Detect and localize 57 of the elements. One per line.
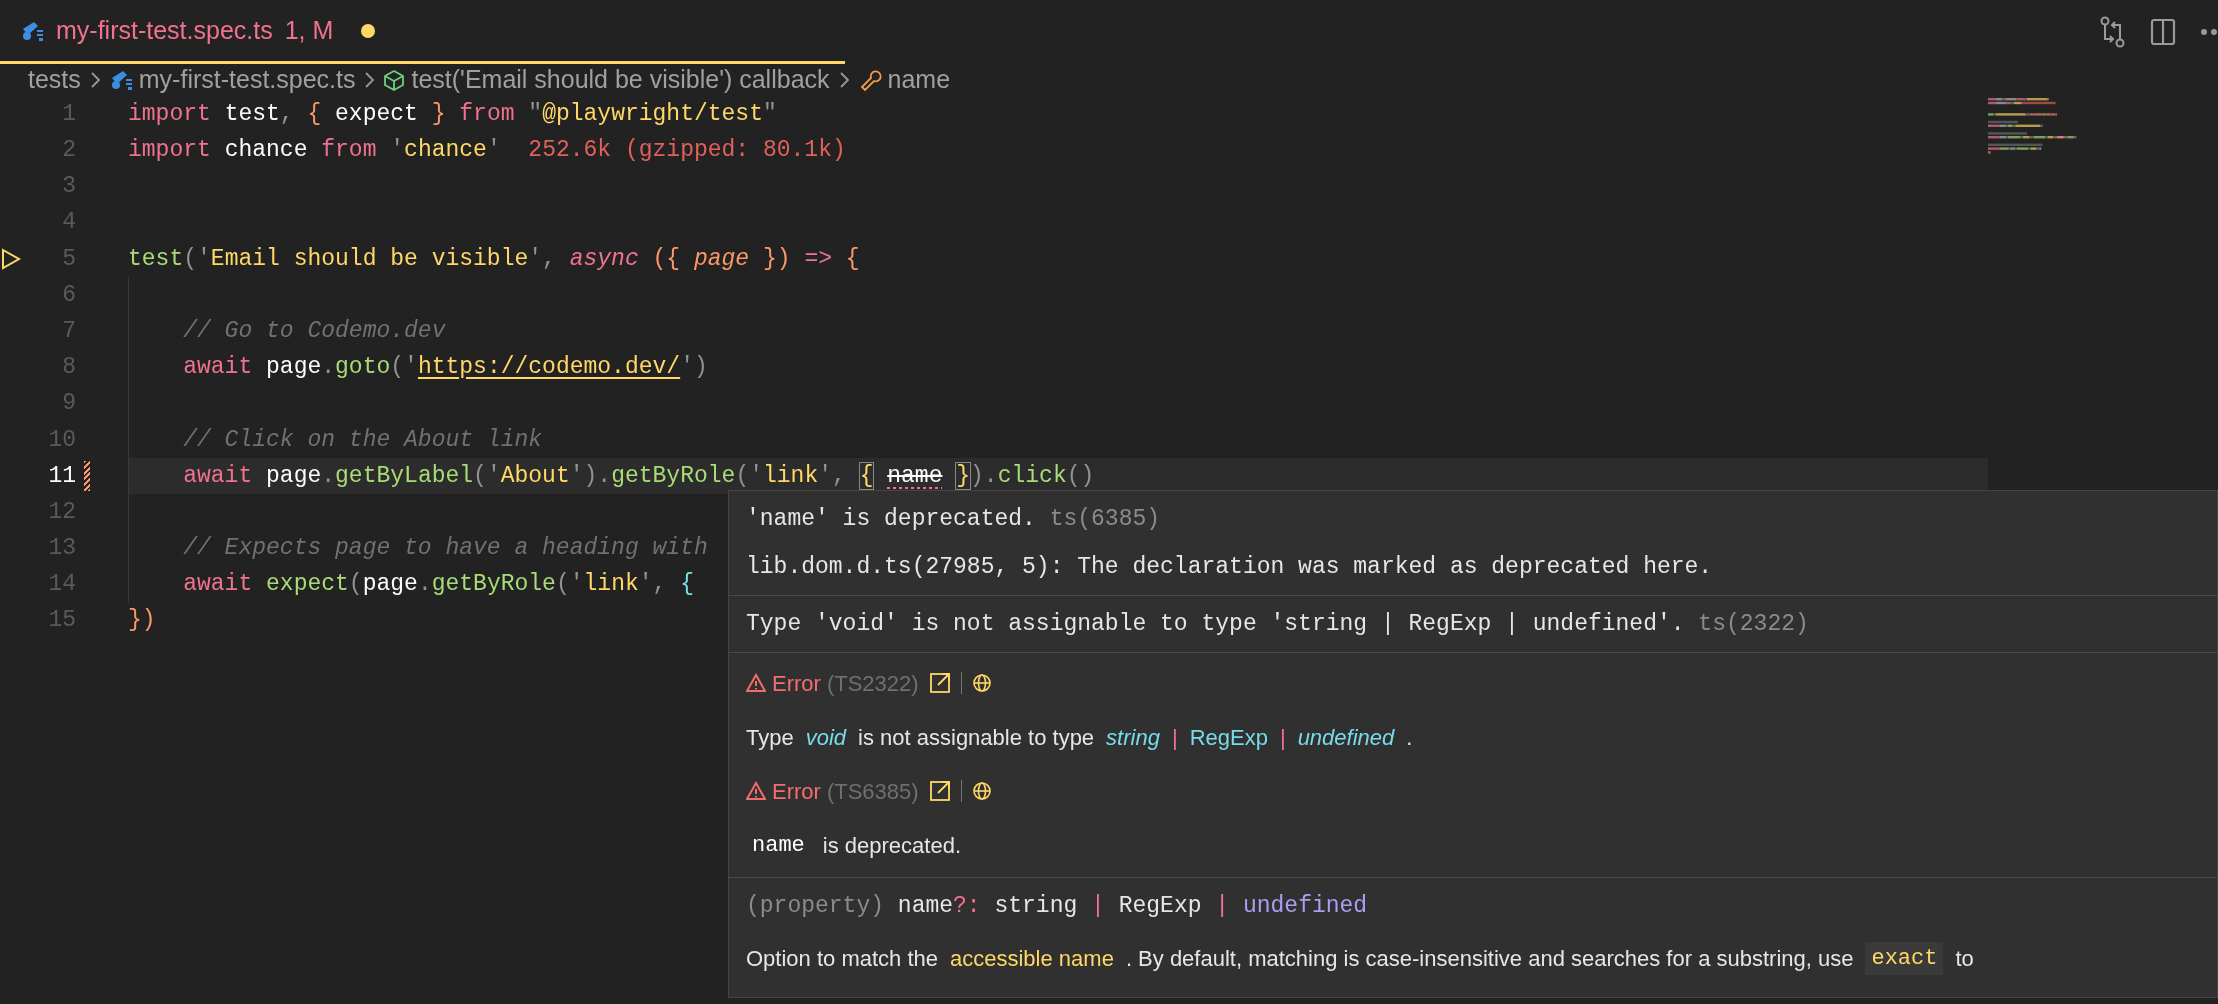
chevron-icon bbox=[837, 71, 850, 89]
line-number: 11 bbox=[47, 461, 76, 491]
chevron-icon bbox=[363, 71, 376, 89]
warning-icon bbox=[746, 673, 766, 693]
breadcrumb-item[interactable]: tests bbox=[28, 61, 81, 99]
line-number: 6 bbox=[61, 280, 76, 310]
line-number: 8 bbox=[61, 353, 76, 383]
hover-text: lib.dom.d.ts(27985, 5): The declaration was marked as deprecated here. bbox=[746, 552, 1714, 582]
globe-icon[interactable] bbox=[971, 781, 992, 801]
line-number: 15 bbox=[47, 606, 76, 636]
error-code: (TS2322) bbox=[826, 669, 919, 698]
hover-text: 'name' is deprecated. ts(6385) bbox=[746, 504, 1162, 534]
line-number: 7 bbox=[61, 316, 76, 346]
code-line: import test, { expect } from "@playwright/test" bbox=[128, 99, 777, 129]
hover-text: Type void is not assignable to type string | RegExp | undefined . bbox=[746, 723, 1414, 752]
tab-filename: my-first-test.spec.ts bbox=[56, 14, 273, 46]
code-line: }) bbox=[128, 606, 156, 636]
code-line: // Click on the About link bbox=[182, 425, 543, 455]
breadcrumb-item[interactable]: my-first-test.spec.ts bbox=[138, 61, 356, 99]
line-number: 2 bbox=[61, 136, 76, 166]
code-line: import chance from 'chance' 252.6k (gzipped: 80.1k) bbox=[128, 136, 846, 166]
breadcrumb-item[interactable]: test('Email should be visible') callback bbox=[411, 61, 830, 99]
globe-icon[interactable] bbox=[971, 673, 992, 693]
modified-marker bbox=[84, 460, 90, 491]
line-number: 4 bbox=[61, 208, 76, 238]
code-line: await expect(page.getByRole('link', { bbox=[182, 570, 694, 600]
compare-changes-icon bbox=[2100, 16, 2126, 48]
hover-text: Type 'void' is not assignable to type 'string | RegExp | undefined'. ts(2322) bbox=[746, 609, 1810, 639]
external-link-icon[interactable] bbox=[928, 780, 951, 802]
chevron-icon bbox=[88, 71, 101, 89]
code-line: test('Email should be visible', async ({ page }) => { bbox=[128, 244, 860, 274]
tab-status: 1, M bbox=[284, 14, 334, 46]
breadcrumb-item[interactable]: name bbox=[887, 61, 951, 99]
line-number: 12 bbox=[47, 497, 76, 527]
hover-text: Option to match the accessible name . By default, matching is case-insensitive and searches for a substring, use exact to bbox=[746, 930, 2200, 986]
error-label: Error bbox=[772, 669, 821, 698]
line-number: 10 bbox=[47, 425, 76, 455]
cube-icon bbox=[383, 68, 406, 92]
code-line: await page.getByLabel('About').getByRole('link', { name }).click() bbox=[182, 461, 1095, 491]
error-label: Error bbox=[772, 777, 821, 806]
split-editor-icon bbox=[2150, 18, 2176, 46]
code-line: // Expects page to have a heading with bbox=[182, 534, 708, 564]
line-number: 1 bbox=[61, 99, 76, 129]
hover-text: name is deprecated. bbox=[751, 831, 962, 860]
warning-icon bbox=[746, 781, 766, 801]
run-test-icon[interactable] bbox=[1, 247, 21, 270]
line-number: 9 bbox=[61, 389, 76, 419]
code-line: // Go to Codemo.dev bbox=[182, 316, 446, 346]
line-number: 14 bbox=[47, 570, 76, 600]
code-line: await page.goto('https://codemo.dev/') bbox=[182, 353, 708, 383]
line-number: 13 bbox=[47, 534, 76, 564]
error-code: (TS6385) bbox=[826, 777, 919, 806]
line-number: 5 bbox=[61, 244, 76, 274]
more-icon bbox=[2200, 28, 2218, 36]
hover-text: (property) name?: string | RegExp | undefined bbox=[746, 891, 1369, 921]
external-link-icon[interactable] bbox=[928, 672, 951, 694]
line-number: 3 bbox=[61, 172, 76, 202]
